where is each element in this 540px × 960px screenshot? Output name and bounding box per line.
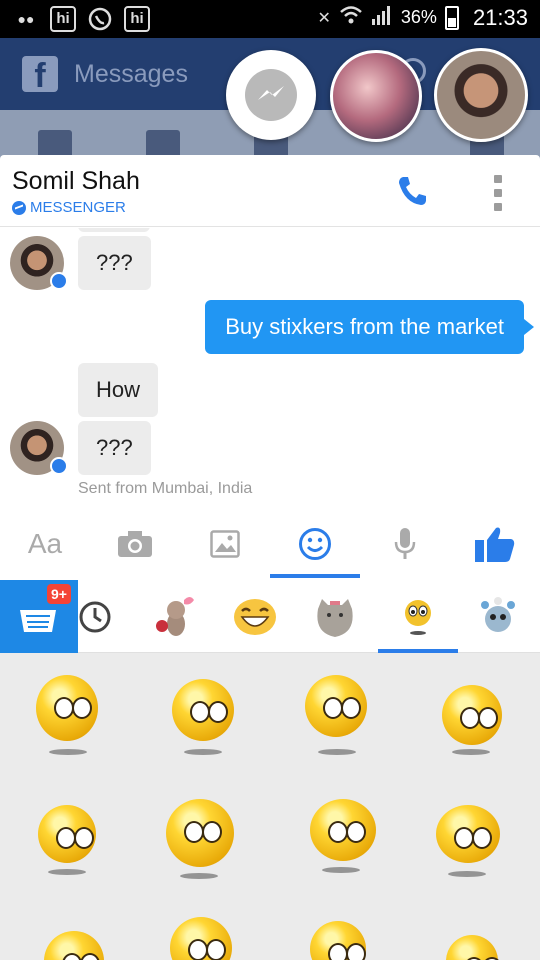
text-button-label: Aa <box>27 528 63 559</box>
contact-name: Somil Shah <box>12 167 140 195</box>
notification-icons: ●● hi hi <box>12 5 150 33</box>
hike-icon: hi <box>50 6 76 32</box>
sticker-grid[interactable] <box>0 653 540 960</box>
angry-emoticon-sticker[interactable] <box>446 935 502 960</box>
voice-button[interactable] <box>360 508 450 580</box>
background-app-title: Messages <box>74 60 188 88</box>
emoji-tab-indicator <box>270 574 360 578</box>
mute-icon: ✕ <box>317 9 331 27</box>
sticker-shadow <box>452 749 490 755</box>
whatsapp-icon <box>86 5 114 33</box>
clock-icon <box>79 601 111 632</box>
sticker-shadow <box>322 867 360 873</box>
more-options-button[interactable] <box>488 175 508 211</box>
wifi-icon <box>339 4 363 31</box>
message-list[interactable]: ??? Buy stixkers from the market How ???… <box>0 228 540 508</box>
messenger-source-text: MESSENGER <box>30 199 126 216</box>
pointing-emoticon-sticker[interactable] <box>310 799 376 861</box>
content-emoticon-sticker[interactable] <box>38 805 96 863</box>
composer-toolbar: Aa <box>0 508 540 580</box>
sticker-shadow <box>448 871 486 877</box>
emoticon-pack-tab[interactable] <box>378 580 458 653</box>
chat-header: Somil Shah MESSENGER <box>0 155 540 227</box>
microphone-icon <box>394 528 416 559</box>
location-note: Sent from Mumbai, India <box>78 480 253 497</box>
laughing-face-pack-tab[interactable] <box>215 580 295 653</box>
recent-stickers-tab[interactable] <box>55 580 135 653</box>
camera-icon <box>118 531 152 557</box>
chat-window: Somil Shah MESSENGER ??? Buy stixkers fr… <box>0 155 540 580</box>
bunny-sticker-icon <box>156 596 194 636</box>
worried-emoticon-sticker[interactable] <box>166 799 234 867</box>
floral-sticker-icon <box>481 596 515 632</box>
clock: 21:33 <box>472 4 528 30</box>
cat-sticker-icon <box>317 598 353 637</box>
group-chat-head[interactable] <box>330 50 422 142</box>
emoji-icon <box>299 528 331 560</box>
phone-icon <box>399 177 426 205</box>
thumbs-up-icon <box>475 527 515 562</box>
messenger-small-icon <box>12 200 26 215</box>
incoming-message[interactable]: ??? <box>78 236 151 290</box>
usb-icon: ●● <box>17 11 35 27</box>
sticker-shadow <box>180 873 218 879</box>
sticker-shadow <box>318 749 356 755</box>
system-indicators: ✕ 36% 21:33 <box>317 4 528 31</box>
messenger-badge-icon <box>50 457 68 475</box>
gallery-icon <box>210 530 240 558</box>
contact-chat-head[interactable] <box>434 48 528 142</box>
smirking-emoticon-sticker[interactable] <box>305 675 367 737</box>
sticker-shadow <box>184 749 222 755</box>
like-button[interactable] <box>450 508 540 580</box>
laughing-emoticon-sticker[interactable] <box>442 685 502 745</box>
contact-avatar[interactable] <box>10 421 68 475</box>
emoticon-icon <box>405 599 431 635</box>
hike-icon: hi <box>124 6 150 32</box>
messenger-label: MESSENGER <box>12 199 126 216</box>
previous-message-bubble <box>78 228 150 232</box>
laughing-face-icon <box>234 598 276 635</box>
cat-sticker-pack-tab[interactable] <box>295 580 375 653</box>
facebook-logo-icon: f <box>22 56 58 95</box>
gallery-button[interactable] <box>180 508 270 580</box>
messenger-icon <box>245 69 297 121</box>
battery-icon <box>444 5 459 30</box>
messenger-badge-icon <box>50 272 68 290</box>
battery-percent: 36% <box>400 7 437 27</box>
messenger-chat-head[interactable] <box>226 50 316 140</box>
signal-icon <box>371 4 393 31</box>
status-bar: ●● hi hi ✕ 36% 21:33 <box>0 0 540 38</box>
sticker-shadow <box>48 869 86 875</box>
floral-pack-tab[interactable] <box>458 580 538 653</box>
wide-eyed-emoticon-sticker[interactable] <box>310 921 366 960</box>
love-emoticon-sticker[interactable] <box>44 931 104 960</box>
incoming-message[interactable]: ??? <box>78 421 151 475</box>
incoming-message[interactable]: How <box>78 363 159 417</box>
grinning-emoticon-sticker[interactable] <box>172 679 234 741</box>
sticker-pack-tabs: 9+ <box>0 580 540 653</box>
shy-emoticon-sticker[interactable] <box>436 805 500 863</box>
contact-avatar[interactable] <box>10 236 68 290</box>
outgoing-message[interactable]: Buy stixkers from the market <box>205 300 534 354</box>
call-button[interactable] <box>395 173 431 209</box>
camera-button[interactable] <box>90 508 180 580</box>
emoji-button[interactable] <box>270 508 360 580</box>
bunny-sticker-pack-tab[interactable] <box>135 580 215 653</box>
dizzy-emoticon-sticker[interactable] <box>170 917 232 960</box>
shopping-basket-icon <box>20 610 56 632</box>
sticker-shadow <box>49 749 87 755</box>
surprised-emoticon-sticker[interactable] <box>36 675 98 741</box>
text-input-button[interactable]: Aa <box>0 508 90 580</box>
